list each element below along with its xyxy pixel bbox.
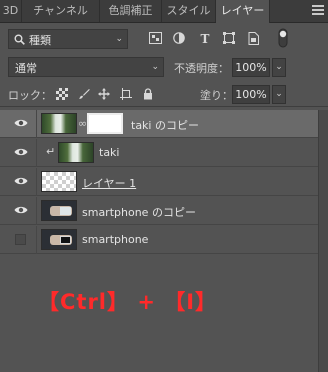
layer-row[interactable]: smartphone のコピー bbox=[0, 197, 318, 225]
eye-icon[interactable] bbox=[14, 176, 28, 186]
divider bbox=[36, 226, 37, 254]
smartobject-filter-icon[interactable] bbox=[246, 32, 260, 46]
tab-3d[interactable]: 3D bbox=[0, 0, 22, 22]
layer-mask-thumbnail[interactable] bbox=[87, 113, 123, 134]
layer-list: ∞ taki のコピー ↵ taki レイヤー 1 smartphone のコピ… bbox=[0, 110, 318, 372]
layer-row[interactable]: ∞ taki のコピー bbox=[0, 110, 318, 138]
fill-input[interactable]: 100% bbox=[232, 85, 270, 104]
eye-icon[interactable] bbox=[14, 205, 28, 215]
divider bbox=[36, 168, 37, 196]
layer-row[interactable]: ↵ taki bbox=[0, 139, 318, 167]
layer-name[interactable]: taki bbox=[99, 146, 119, 159]
layer-thumbnail[interactable] bbox=[41, 171, 77, 192]
opacity-label: 不透明度： bbox=[174, 62, 229, 75]
blend-mode-select[interactable]: 通常 ⌄ bbox=[8, 57, 164, 77]
clipping-arrow-icon: ↵ bbox=[46, 145, 56, 158]
layer-name[interactable]: taki のコピー bbox=[131, 117, 199, 133]
tab-adjustments[interactable]: 色調補正 bbox=[100, 0, 162, 22]
divider bbox=[36, 139, 37, 167]
layer-name[interactable]: smartphone のコピー bbox=[82, 204, 196, 220]
chevron-down-icon: ⌄ bbox=[115, 34, 123, 44]
lock-artboard-icon[interactable] bbox=[120, 88, 132, 100]
eye-icon[interactable] bbox=[14, 147, 28, 157]
layer-list-scrollbar[interactable] bbox=[318, 110, 328, 372]
layer-row[interactable]: レイヤー 1 bbox=[0, 168, 318, 196]
pixel-filter-icon[interactable] bbox=[148, 32, 162, 46]
divider bbox=[36, 110, 37, 138]
visibility-toggle[interactable] bbox=[15, 234, 26, 245]
filter-toggle-icon[interactable] bbox=[278, 28, 288, 48]
divider bbox=[36, 197, 37, 225]
layer-thumbnail[interactable] bbox=[58, 142, 94, 163]
search-icon bbox=[14, 34, 25, 45]
lock-fill-row: ロック： 塗り： 100% ⌄ bbox=[0, 82, 328, 107]
eye-icon[interactable] bbox=[14, 118, 28, 128]
panel-tab-bar: 3D チャンネル 色調補正 スタイル レイヤー bbox=[0, 0, 328, 23]
lock-label: ロック： bbox=[8, 89, 52, 102]
filter-kind-label: 種類 bbox=[29, 34, 51, 47]
layer-thumbnail[interactable] bbox=[41, 113, 77, 134]
fill-label: 塗り： bbox=[200, 89, 233, 102]
blend-mode-value: 通常 bbox=[15, 62, 37, 75]
lock-move-icon[interactable] bbox=[98, 88, 110, 100]
layer-name[interactable]: smartphone bbox=[82, 233, 148, 246]
layer-row[interactable]: smartphone bbox=[0, 226, 318, 254]
layers-panel: 3D チャンネル 色調補正 スタイル レイヤー 種類 ⌄ T 通常 ⌄ 不透明度… bbox=[0, 0, 328, 372]
opacity-input[interactable]: 100% bbox=[232, 58, 270, 77]
tab-layers[interactable]: レイヤー bbox=[216, 0, 270, 23]
filter-kind-select[interactable]: 種類 ⌄ bbox=[8, 29, 128, 49]
layer-filter-row: 種類 ⌄ T bbox=[0, 24, 328, 54]
lock-transparent-icon[interactable] bbox=[56, 88, 68, 100]
shape-filter-icon[interactable] bbox=[222, 32, 236, 46]
tab-styles[interactable]: スタイル bbox=[162, 0, 216, 22]
blend-opacity-row: 通常 ⌄ 不透明度： 100% ⌄ bbox=[0, 56, 328, 80]
shortcut-annotation: 【Ctrl】 + 【I】 bbox=[38, 290, 218, 314]
opacity-dropdown-button[interactable]: ⌄ bbox=[272, 58, 286, 77]
adjustment-filter-icon[interactable] bbox=[172, 32, 186, 46]
fill-dropdown-button[interactable]: ⌄ bbox=[272, 85, 286, 104]
chevron-down-icon: ⌄ bbox=[151, 62, 159, 72]
chain-link-icon[interactable]: ∞ bbox=[78, 117, 87, 131]
tab-channels[interactable]: チャンネル bbox=[22, 0, 100, 22]
lock-all-icon[interactable] bbox=[142, 88, 154, 100]
panel-menu-icon[interactable] bbox=[312, 5, 324, 17]
layer-thumbnail[interactable] bbox=[41, 229, 77, 250]
layer-thumbnail[interactable] bbox=[41, 200, 77, 221]
type-filter-icon[interactable]: T bbox=[198, 32, 212, 46]
layer-name[interactable]: レイヤー 1 bbox=[82, 175, 136, 191]
lock-brush-icon[interactable] bbox=[78, 88, 90, 100]
